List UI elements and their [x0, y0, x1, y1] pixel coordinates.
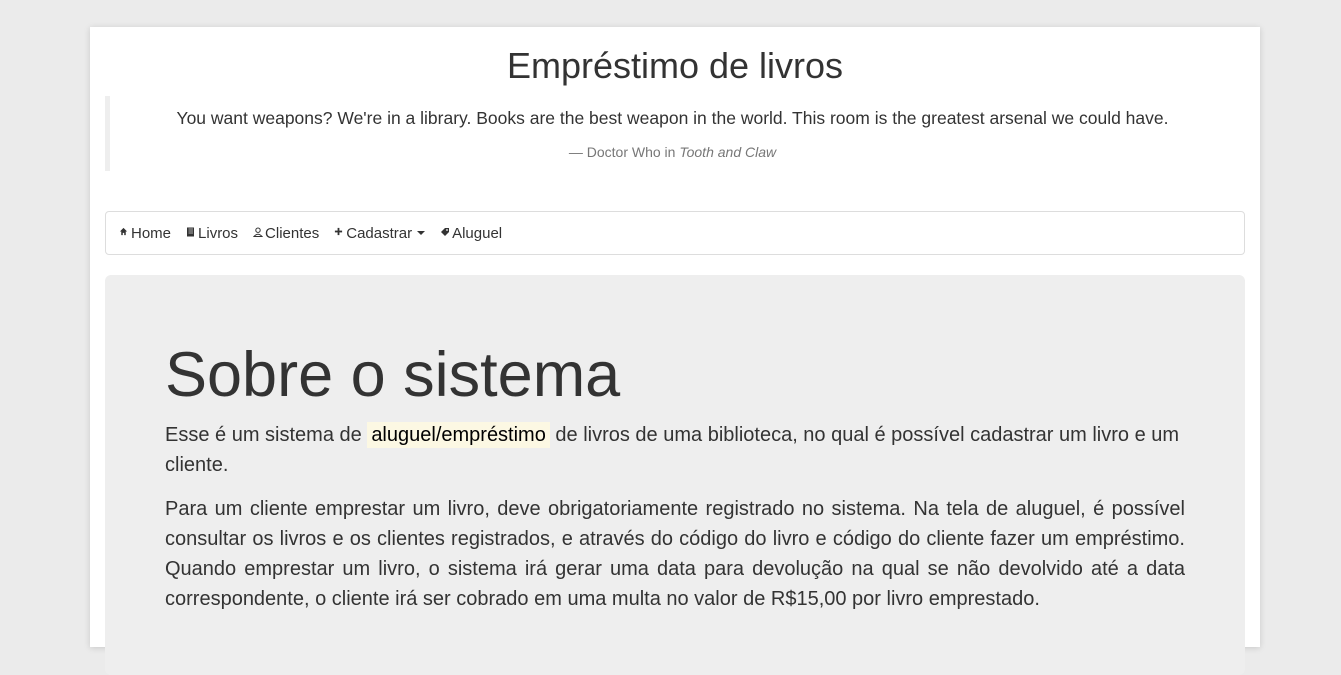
about-paragraph-2: Para um cliente emprestar um livro, deve…: [165, 498, 1185, 610]
user-icon: [252, 227, 264, 240]
quote-text: You want weapons? We're in a library. Bo…: [176, 108, 1169, 128]
highlighted-term: aluguel/empréstimo: [367, 422, 550, 448]
para1-text-start: Esse é um sistema de: [165, 424, 368, 446]
nav-label-aluguel: Aluguel: [452, 224, 503, 242]
about-title: Sobre o sistema: [165, 340, 621, 410]
quote-source: — Doctor Who in Tooth and Claw: [110, 144, 1235, 160]
about-section: Sobre o sistema Esse é um sistema de alu…: [105, 275, 1245, 675]
nav-item-home[interactable]: Home: [119, 225, 171, 242]
nav-label-cadastrar: Cadastrar: [346, 224, 413, 242]
home-icon: [119, 227, 128, 239]
tag-icon: [440, 227, 450, 240]
page-title: Empréstimo de livros: [506, 45, 844, 86]
nav-item-aluguel[interactable]: Aluguel: [440, 225, 502, 242]
nav-list: Home Livros Clientes Cadastrar Aluguel: [106, 212, 1244, 254]
quote-attribution: — Doctor Who in: [568, 144, 680, 160]
book-icon: [186, 227, 195, 240]
navbar: Home Livros Clientes Cadastrar Aluguel: [105, 211, 1245, 255]
chevron-down-icon: [417, 231, 426, 235]
nav-label-home: Home: [131, 224, 172, 242]
quote-work-title: Tooth and Claw: [679, 144, 777, 160]
nav-label-clientes: Clientes: [265, 224, 320, 242]
nav-item-cadastrar[interactable]: Cadastrar: [334, 224, 426, 242]
nav-item-clientes[interactable]: Clientes: [252, 224, 320, 242]
about-paragraph-1: Esse é um sistema de aluguel/empréstimo …: [165, 420, 1185, 480]
nav-item-livros[interactable]: Livros: [186, 225, 238, 242]
blockquote: You want weapons? We're in a library. Bo…: [105, 96, 1230, 171]
plus-icon: [334, 227, 343, 239]
page-container: Empréstimo de livros You want weapons? W…: [90, 27, 1260, 675]
nav-label-livros: Livros: [198, 224, 239, 242]
